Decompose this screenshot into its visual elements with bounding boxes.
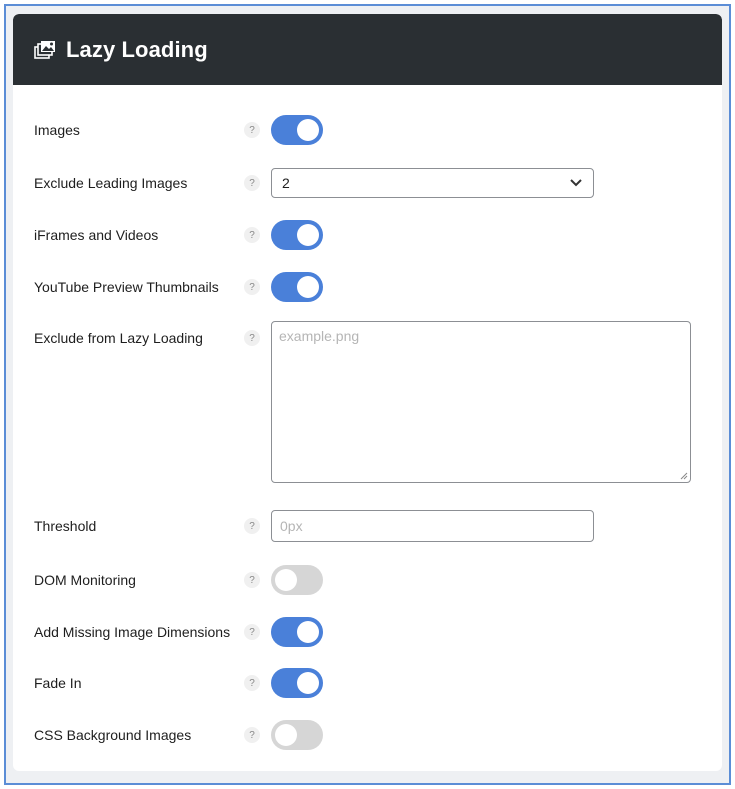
toggle-knob [275, 569, 297, 591]
toggle-knob [275, 724, 297, 746]
setting-label: Exclude from Lazy Loading [34, 330, 203, 346]
images-icon [34, 40, 56, 60]
fade-in-toggle[interactable] [271, 668, 323, 698]
help-icon[interactable]: ? [244, 330, 260, 346]
toggle-knob [297, 119, 319, 141]
setting-label: CSS Background Images [34, 727, 192, 743]
missing-dimensions-toggle[interactable] [271, 617, 323, 647]
input-placeholder: 0px [280, 518, 303, 534]
setting-row-iframes-videos: iFrames and Videos ? [13, 218, 722, 252]
setting-row-images: Images ? [13, 113, 722, 147]
setting-row-dom-monitoring: DOM Monitoring ? [13, 563, 722, 597]
setting-label: Images [34, 122, 80, 138]
help-icon[interactable]: ? [244, 727, 260, 743]
iframes-videos-toggle[interactable] [271, 220, 323, 250]
help-icon[interactable]: ? [244, 122, 260, 138]
setting-row-fade-in: Fade In ? [13, 666, 722, 700]
help-icon[interactable]: ? [244, 624, 260, 640]
toggle-knob [297, 621, 319, 643]
setting-row-threshold: Threshold ? 0px [13, 509, 722, 543]
chevron-down-icon [570, 179, 582, 187]
exclude-leading-images-select[interactable]: 2 [271, 168, 594, 198]
setting-row-css-background: CSS Background Images ? [13, 718, 722, 752]
page-title: Lazy Loading [66, 36, 208, 62]
youtube-thumbnails-toggle[interactable] [271, 272, 323, 302]
toggle-knob [297, 276, 319, 298]
threshold-input[interactable]: 0px [271, 510, 594, 542]
toggle-knob [297, 224, 319, 246]
setting-row-exclude-from-lazy: Exclude from Lazy Loading ? example.png [13, 321, 722, 483]
resize-handle-icon[interactable] [680, 472, 688, 480]
help-icon[interactable]: ? [244, 675, 260, 691]
dom-monitoring-toggle[interactable] [271, 565, 323, 595]
setting-label: YouTube Preview Thumbnails [34, 279, 219, 295]
lazy-loading-panel: Lazy Loading Images ? Exclude Leading Im… [13, 14, 722, 771]
setting-label: Fade In [34, 675, 82, 691]
setting-label: Exclude Leading Images [34, 175, 188, 191]
setting-row-missing-dimensions: Add Missing Image Dimensions ? [13, 615, 722, 649]
select-value: 2 [282, 175, 290, 191]
help-icon[interactable]: ? [244, 227, 260, 243]
setting-label: Threshold [34, 518, 97, 534]
panel-header: Lazy Loading [13, 14, 722, 85]
toggle-knob [297, 672, 319, 694]
help-icon[interactable]: ? [244, 518, 260, 534]
exclude-from-lazy-textarea[interactable]: example.png [271, 321, 691, 483]
setting-label: iFrames and Videos [34, 227, 159, 243]
setting-label: DOM Monitoring [34, 572, 136, 588]
setting-label: Add Missing Image Dimensions [34, 624, 231, 640]
images-toggle[interactable] [271, 115, 323, 145]
setting-row-exclude-leading-images: Exclude Leading Images ? 2 [13, 166, 722, 200]
help-icon[interactable]: ? [244, 572, 260, 588]
setting-row-youtube-thumbnails: YouTube Preview Thumbnails ? [13, 270, 722, 304]
textarea-placeholder: example.png [279, 328, 360, 344]
css-background-toggle[interactable] [271, 720, 323, 750]
settings-frame: Lazy Loading Images ? Exclude Leading Im… [4, 4, 731, 785]
help-icon[interactable]: ? [244, 175, 260, 191]
help-icon[interactable]: ? [244, 279, 260, 295]
